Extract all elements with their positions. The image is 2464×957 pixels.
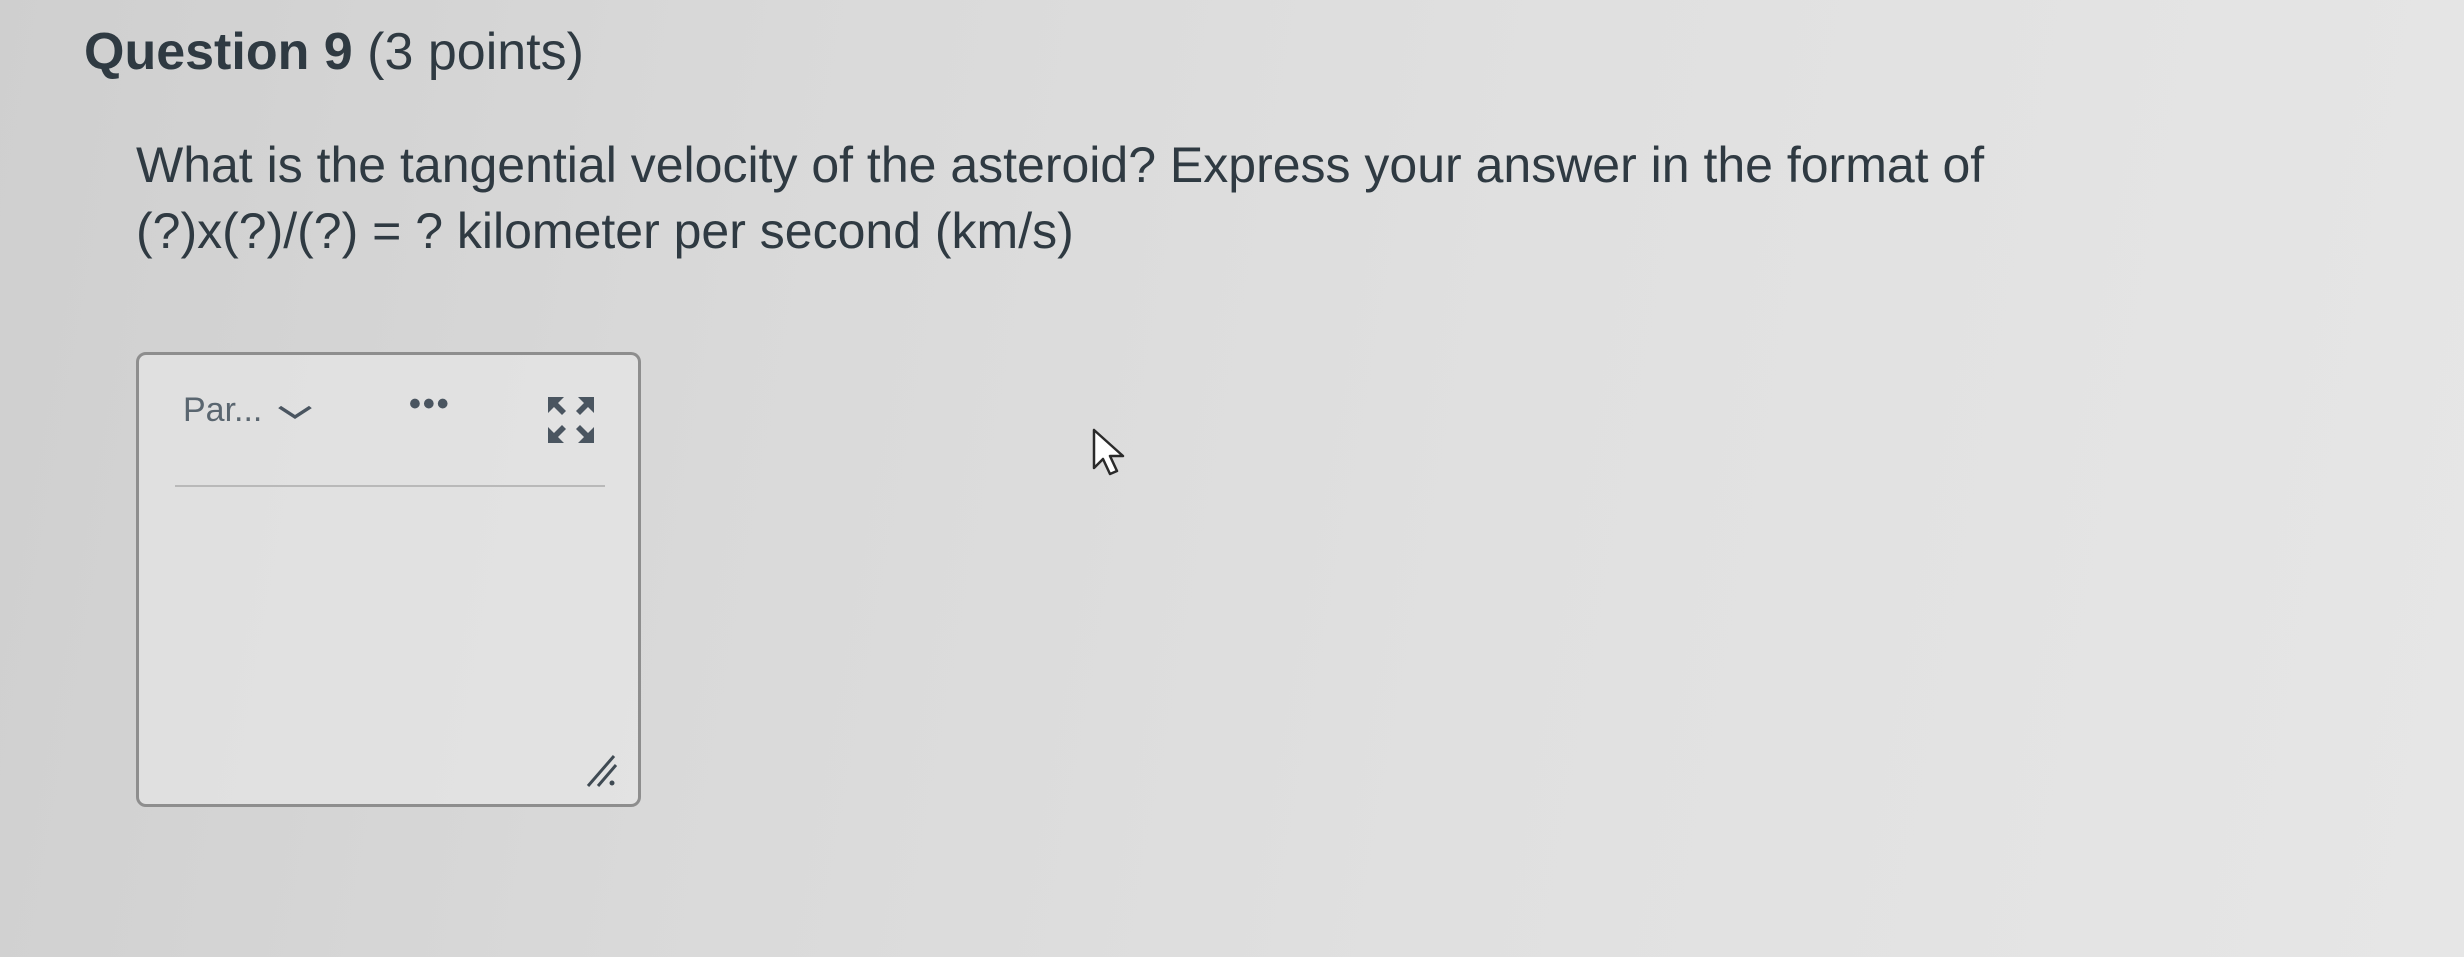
paragraph-format-label: Par... <box>183 391 263 429</box>
question-prompt-line-2: (?)x(?)/(?) = ? kilometer per second (km… <box>136 203 1074 259</box>
toolbar-divider <box>175 485 605 487</box>
question-prompt-line-1: What is the tangential velocity of the a… <box>136 137 1985 193</box>
paragraph-format-dropdown[interactable]: Par... <box>183 391 313 430</box>
quiz-page: { "question": { "title": "Question 9", "… <box>0 0 2464 957</box>
question-header: Question 9 (3 points) <box>84 22 584 82</box>
question-points: (3 points) <box>367 23 584 81</box>
question-title: Question 9 <box>84 23 353 81</box>
question-prompt: What is the tangential velocity of the a… <box>136 132 2316 264</box>
answer-text-area[interactable] <box>175 495 605 795</box>
fullscreen-expand-icon <box>548 397 594 443</box>
mouse-pointer-icon <box>1092 428 1125 476</box>
resize-handle[interactable] <box>580 750 620 790</box>
more-options-icon: ••• <box>409 385 451 423</box>
more-options-button[interactable]: ••• <box>409 385 451 424</box>
resize-handle-icon <box>586 755 618 787</box>
chevron-down-icon <box>277 394 313 428</box>
answer-rich-text-editor: Par... ••• <box>136 352 641 807</box>
fullscreen-button[interactable] <box>544 393 598 447</box>
